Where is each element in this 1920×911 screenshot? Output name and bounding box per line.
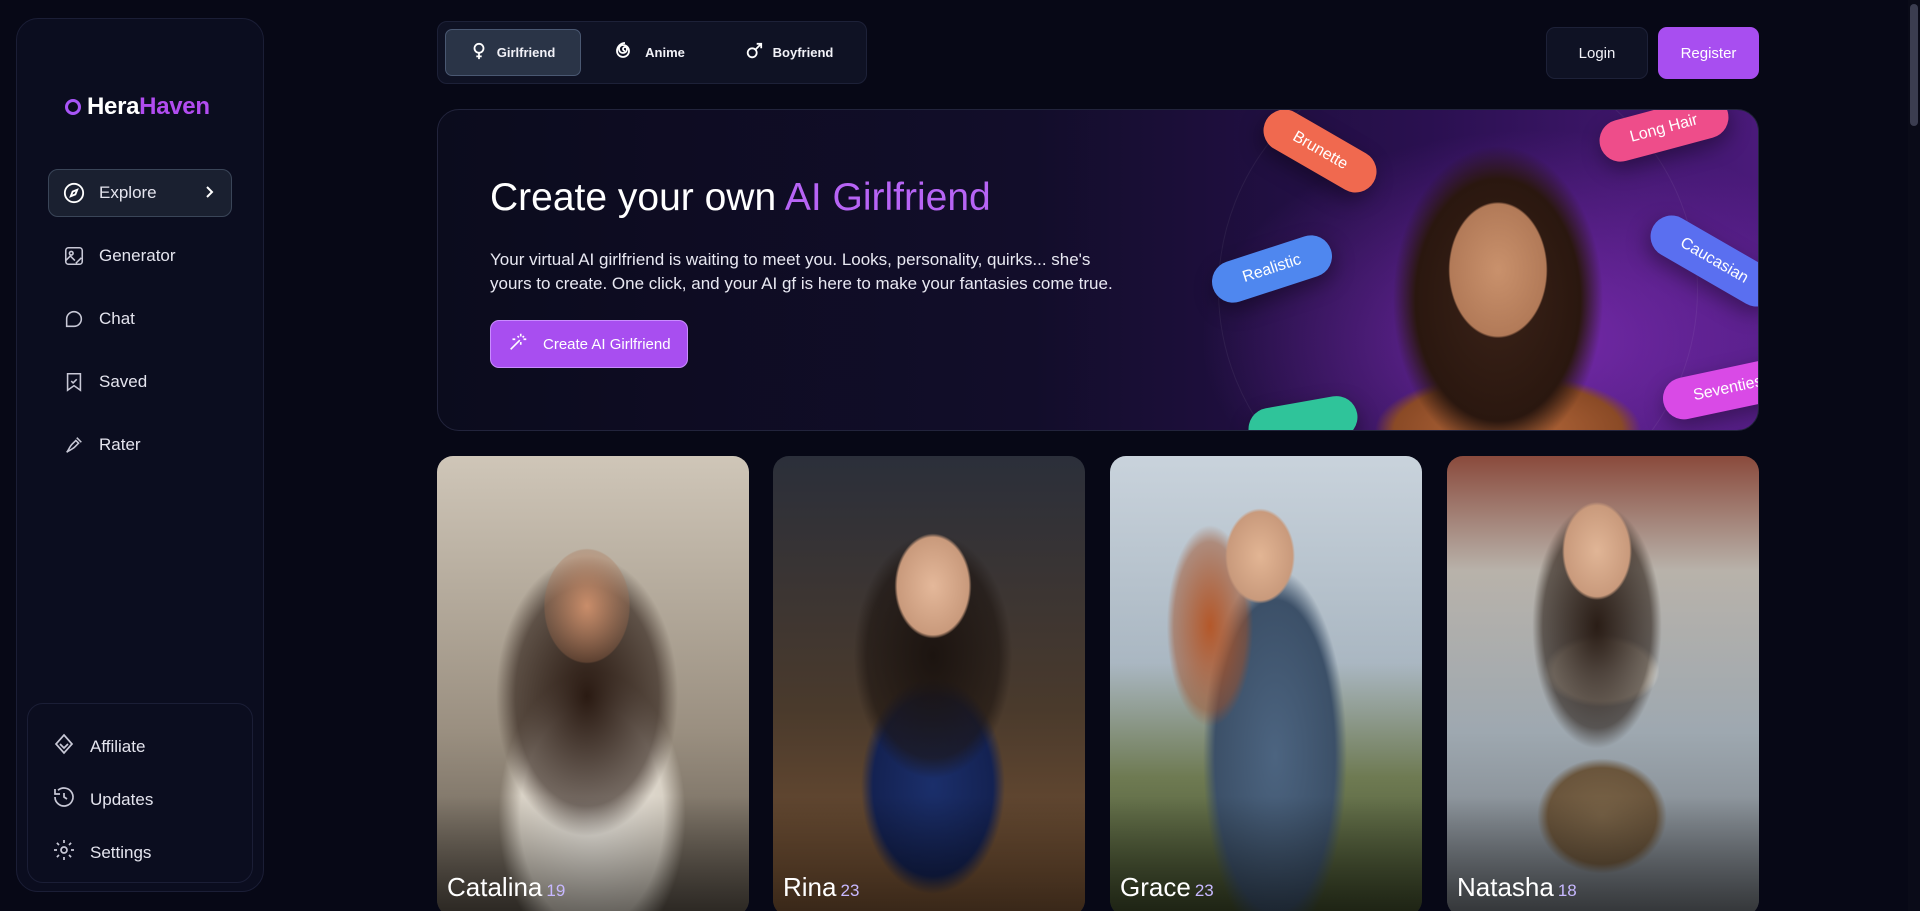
character-name: Rina [783, 872, 837, 902]
card-caption: Rina 23 [783, 872, 859, 903]
sidebar: Hera Haven Explore Generator Chat Saved … [16, 18, 264, 892]
character-age: 19 [546, 881, 566, 900]
character-card[interactable]: Natasha 18 [1447, 456, 1759, 911]
tab-label: Anime [645, 45, 685, 60]
hero-description: Your virtual AI girlfriend is waiting to… [490, 250, 1113, 293]
sidebar-nav: Explore Generator Chat Saved Rater [48, 169, 234, 484]
sidebar-item-updates[interactable]: Updates [28, 773, 252, 826]
scrollbar-thumb[interactable] [1910, 4, 1918, 126]
chevron-right-icon [203, 183, 215, 203]
magic-wand-icon [507, 331, 529, 357]
sidebar-item-label: Settings [90, 842, 152, 862]
sidebar-item-chat[interactable]: Chat [48, 295, 232, 343]
image-edit-icon [63, 245, 85, 267]
hero-banner: Create your own AI Girlfriend Your virtu… [437, 109, 1759, 431]
character-card[interactable]: Rina 23 [773, 456, 1085, 911]
tab-label: Boyfriend [772, 45, 834, 60]
logo-ring-icon [65, 99, 81, 115]
tab-anime[interactable]: Anime [587, 29, 713, 76]
brand-logo[interactable]: Hera Haven [65, 93, 210, 121]
sidebar-item-label: Affiliate [90, 736, 146, 756]
sidebar-item-label: Explore [99, 183, 157, 202]
character-age: 23 [840, 881, 860, 900]
sidebar-item-saved[interactable]: Saved [48, 358, 232, 406]
page-scrollbar[interactable] [1908, 0, 1920, 911]
companion-type-tabs: Girlfriend Anime Boyfriend [437, 21, 867, 84]
character-name: Grace [1120, 872, 1191, 902]
hero-title-prefix: Create your own [490, 176, 785, 219]
sidebar-secondary-nav: Affiliate Updates Settings [27, 703, 253, 883]
hero-title-accent: AI Girlfriend [784, 176, 991, 219]
sidebar-item-label: Saved [99, 372, 148, 391]
tab-boyfriend[interactable]: Boyfriend [719, 29, 859, 76]
male-symbol-icon [745, 42, 763, 63]
character-card[interactable]: Grace 23 [1110, 456, 1422, 911]
sidebar-item-settings[interactable]: Settings [28, 826, 252, 879]
chat-bubble-icon [63, 308, 85, 330]
character-age: 18 [1557, 881, 1577, 900]
register-button[interactable]: Register [1658, 27, 1759, 79]
cta-label: Create AI Girlfriend [543, 335, 671, 353]
sidebar-item-explore[interactable]: Explore [48, 169, 232, 217]
compass-icon [63, 182, 85, 204]
character-grid: Catalina 19 Rina 23 Grace 23 Natasha 18 [437, 456, 1759, 911]
character-name: Catalina [447, 872, 543, 902]
female-symbol-icon [471, 42, 487, 63]
character-card[interactable]: Catalina 19 [437, 456, 749, 911]
brand-name-part1: Hera [87, 93, 140, 120]
hero-title: Create your own AI Girlfriend [490, 176, 991, 220]
rater-icon [63, 434, 85, 456]
sidebar-item-label: Updates [90, 789, 154, 809]
tab-girlfriend[interactable]: Girlfriend [445, 29, 581, 76]
sidebar-item-affiliate[interactable]: Affiliate [28, 720, 252, 773]
card-caption: Natasha 18 [1457, 872, 1577, 903]
login-button[interactable]: Login [1546, 27, 1648, 79]
character-name: Natasha [1457, 872, 1554, 902]
tab-label: Girlfriend [496, 45, 556, 60]
sidebar-item-label: Rater [99, 435, 141, 454]
create-ai-girlfriend-button[interactable]: Create AI Girlfriend [490, 320, 688, 368]
sidebar-item-generator[interactable]: Generator [48, 232, 232, 280]
history-icon [52, 785, 76, 814]
card-caption: Grace 23 [1120, 872, 1214, 903]
character-age: 23 [1194, 881, 1214, 900]
affiliate-icon [52, 732, 76, 761]
sidebar-item-rater[interactable]: Rater [48, 421, 232, 469]
bookmark-icon [63, 371, 85, 393]
sidebar-item-label: Generator [99, 246, 176, 265]
spiral-icon [615, 41, 635, 64]
brand-name-part2: Haven [139, 93, 210, 120]
gear-icon [52, 838, 76, 867]
card-caption: Catalina 19 [447, 872, 565, 903]
sidebar-item-label: Chat [99, 309, 135, 328]
